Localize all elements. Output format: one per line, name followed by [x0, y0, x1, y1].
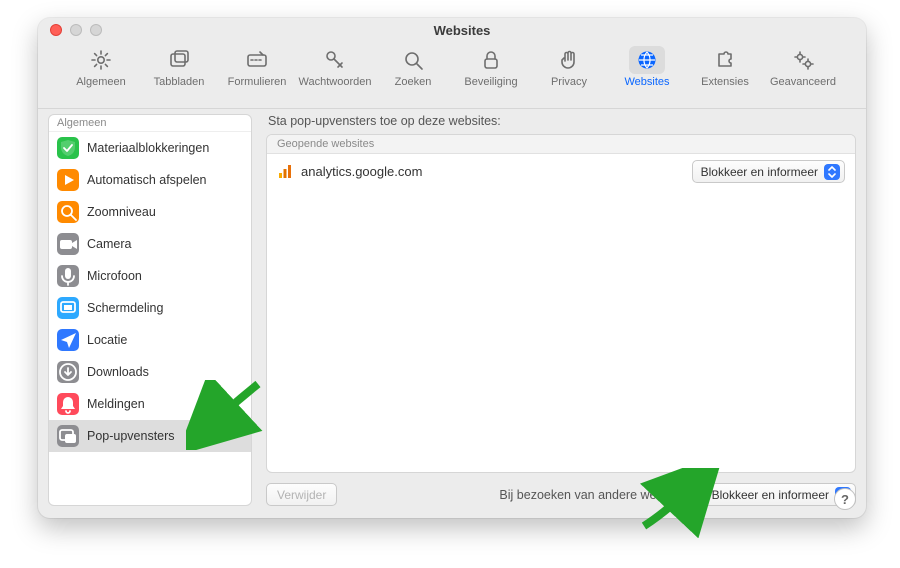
gears-icon [785, 46, 821, 74]
toolbar: Algemeen Tabbladen Formulieren Wachtwoor… [38, 42, 866, 109]
tab-label: Wachtwoorden [299, 76, 372, 88]
tab-websites[interactable]: Websites [610, 46, 684, 88]
tab-label: Privacy [551, 76, 587, 88]
help-button[interactable]: ? [834, 488, 856, 510]
tab-formulieren[interactable]: Formulieren [220, 46, 294, 88]
tab-label: Zoeken [395, 76, 432, 88]
loc-icon [57, 329, 79, 351]
sidebar-item-label: Pop-upvensters [87, 429, 175, 443]
sidebar-item-label: Downloads [87, 365, 149, 379]
sidebar-item-loc[interactable]: Locatie [49, 324, 251, 356]
sidebar-item-label: Microfoon [87, 269, 142, 283]
website-setting-select[interactable]: Blokkeer en informeer [692, 160, 845, 183]
form-icon [239, 46, 275, 74]
sidebar-item-camera[interactable]: Camera [49, 228, 251, 260]
footer: Verwijder Bij bezoeken van andere websit… [266, 483, 856, 506]
play-icon [57, 169, 79, 191]
tab-tabbladen[interactable]: Tabbladen [142, 46, 216, 88]
preferences-window: Websites Algemeen Tabbladen Formulieren … [38, 18, 866, 518]
favicon-icon [277, 164, 293, 180]
globe-icon [629, 46, 665, 74]
tabs-icon [161, 46, 197, 74]
sidebar-item-play[interactable]: Automatisch afspelen [49, 164, 251, 196]
tab-label: Websites [624, 76, 669, 88]
tab-algemeen[interactable]: Algemeen [64, 46, 138, 88]
tab-zoeken[interactable]: Zoeken [376, 46, 450, 88]
puzzle-icon [707, 46, 743, 74]
camera-icon [57, 233, 79, 255]
sidebar-list: Materiaalblokkeringen Automatisch afspel… [49, 132, 251, 505]
sidebar-item-zoom[interactable]: Zoomniveau [49, 196, 251, 228]
hand-icon [551, 46, 587, 74]
tab-label: Tabbladen [154, 76, 205, 88]
screen-icon [57, 297, 79, 319]
tab-extensies[interactable]: Extensies [688, 46, 762, 88]
other-sites-select[interactable]: Blokkeer en informeer [703, 483, 856, 506]
tab-beveiliging[interactable]: Beveiliging [454, 46, 528, 88]
mic-icon [57, 265, 79, 287]
shield-icon [57, 137, 79, 159]
tab-label: Beveiliging [464, 76, 517, 88]
other-sites-select-value: Blokkeer en informeer [712, 488, 829, 502]
window-title: Websites [102, 23, 822, 38]
sidebar-item-label: Camera [87, 237, 131, 251]
tab-label: Geavanceerd [770, 76, 836, 88]
sidebar: Algemeen Materiaalblokkeringen Automatis… [48, 114, 252, 506]
sidebar-item-mic[interactable]: Microfoon [49, 260, 251, 292]
tab-wachtwoorden[interactable]: Wachtwoorden [298, 46, 372, 88]
gear-icon [83, 46, 119, 74]
list-section-header: Geopende websites [267, 135, 855, 154]
tab-privacy[interactable]: Privacy [532, 46, 606, 88]
titlebar: Websites [38, 18, 866, 42]
sidebar-group-label: Algemeen [49, 115, 251, 132]
sidebar-item-label: Materiaalblokkeringen [87, 141, 209, 155]
sidebar-item-label: Locatie [87, 333, 127, 347]
popup-icon [57, 425, 79, 447]
zoom-icon [57, 201, 79, 223]
key-icon [317, 46, 353, 74]
window-controls [50, 24, 102, 36]
website-list: Geopende websites analytics.google.com B… [266, 134, 856, 473]
tab-label: Extensies [701, 76, 749, 88]
website-domain: analytics.google.com [301, 164, 684, 179]
minimize-button[interactable] [70, 24, 82, 36]
other-sites-label: Bij bezoeken van andere websites: [499, 488, 692, 502]
close-button[interactable] [50, 24, 62, 36]
website-setting-value: Blokkeer en informeer [701, 165, 818, 179]
tab-label: Formulieren [228, 76, 287, 88]
search-icon [395, 46, 431, 74]
sidebar-item-screen[interactable]: Schermdeling [49, 292, 251, 324]
tab-label: Algemeen [76, 76, 126, 88]
sidebar-item-label: Schermdeling [87, 301, 163, 315]
pane-heading: Sta pop-upvensters toe op deze websites: [268, 114, 856, 128]
zoom-button[interactable] [90, 24, 102, 36]
delete-button[interactable]: Verwijder [266, 483, 337, 506]
sidebar-item-down[interactable]: Downloads [49, 356, 251, 388]
chevron-updown-icon [824, 164, 840, 180]
sidebar-item-label: Automatisch afspelen [87, 173, 207, 187]
main-pane: Sta pop-upvensters toe op deze websites:… [266, 114, 856, 506]
website-row[interactable]: analytics.google.com Blokkeer en informe… [267, 154, 855, 189]
sidebar-item-label: Meldingen [87, 397, 145, 411]
sidebar-item-label: Zoomniveau [87, 205, 156, 219]
bell-icon [57, 393, 79, 415]
tab-geavanceerd[interactable]: Geavanceerd [766, 46, 840, 88]
sidebar-item-popup[interactable]: Pop-upvensters [49, 420, 251, 452]
sidebar-item-bell[interactable]: Meldingen [49, 388, 251, 420]
sidebar-item-shield[interactable]: Materiaalblokkeringen [49, 132, 251, 164]
lock-icon [473, 46, 509, 74]
down-icon [57, 361, 79, 383]
